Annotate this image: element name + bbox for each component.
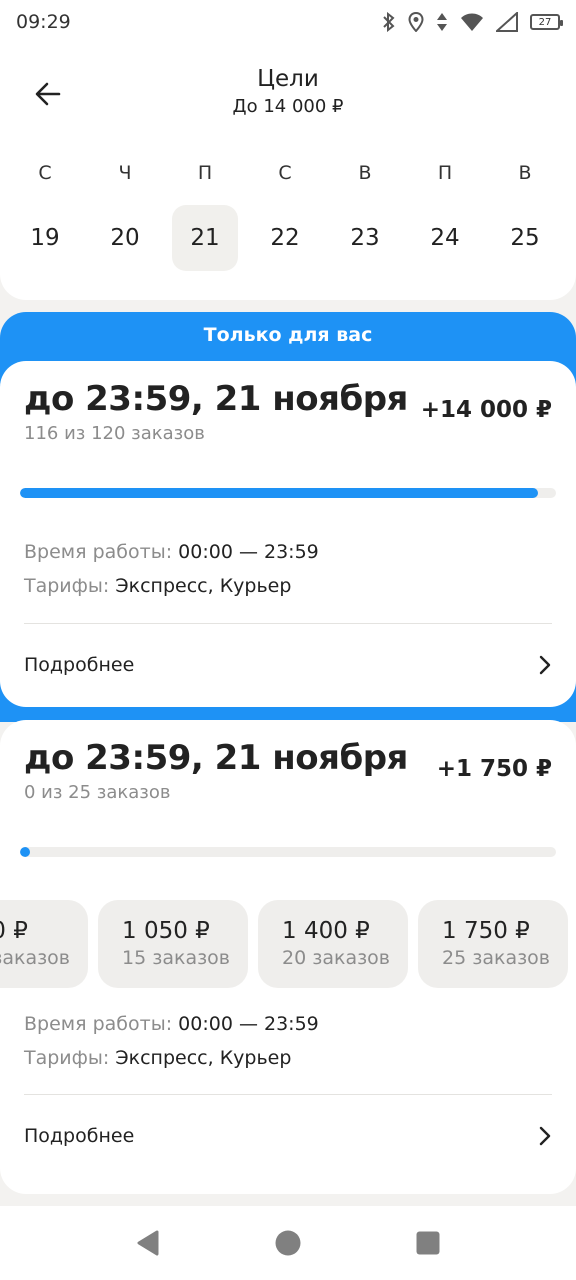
reward-tier[interactable]: 1 400 ₽ 20 заказов — [258, 900, 408, 988]
tier-amount: 700 ₽ — [0, 918, 28, 944]
day-letter: С — [278, 162, 292, 184]
nav-recents-button[interactable] — [408, 1223, 448, 1263]
day-letter: В — [358, 162, 372, 184]
day-number: 24 — [430, 225, 460, 251]
divider — [24, 1094, 552, 1095]
day-number: 25 — [510, 225, 540, 251]
bluetooth-icon — [383, 12, 395, 32]
work-time-label: Время работы: — [24, 1013, 173, 1035]
tariffs-label: Тарифы: — [24, 1047, 110, 1069]
status-bar: 09:29 27 — [0, 0, 576, 44]
progress-bar — [20, 847, 556, 857]
day-letter: В — [518, 162, 532, 184]
progress-bar — [20, 488, 556, 498]
goal-card[interactable]: до 23:59, 21 ноября 0 из 25 заказов +1 7… — [0, 720, 576, 1194]
day-number: 23 — [350, 225, 380, 251]
week-selector: С 19 Ч 20 П 21 С 22 В 23 П 24 В 25 — [12, 156, 558, 271]
wifi-icon — [461, 13, 483, 31]
goal-reward: +14 000 ₽ — [420, 397, 552, 423]
goal-orders-progress: 116 из 120 заказов — [24, 423, 205, 444]
details-link[interactable]: Подробнее — [0, 637, 576, 693]
day-22[interactable]: С 22 — [252, 156, 318, 271]
tariffs-value: Экспресс, Курьер — [115, 575, 292, 597]
tier-amount: 1 050 ₽ — [122, 918, 210, 944]
progress-bar-fill — [20, 847, 30, 857]
details-label: Подробнее — [24, 1125, 135, 1147]
tier-amount: 1 400 ₽ — [282, 918, 370, 944]
day-number: 22 — [270, 225, 300, 251]
reward-tier[interactable]: 1 750 ₽ 25 заказов — [418, 900, 568, 988]
goal-orders-progress: 0 из 25 заказов — [24, 782, 171, 803]
tier-orders: 25 заказов — [442, 947, 551, 969]
status-icons: 27 — [382, 12, 563, 32]
day-letter: Ч — [118, 162, 132, 184]
location-icon — [408, 12, 424, 32]
day-20[interactable]: Ч 20 — [92, 156, 158, 271]
progress-bar-fill — [20, 488, 539, 498]
data-transfer-icon — [437, 13, 447, 31]
goal-card[interactable]: до 23:59, 21 ноября 116 из 120 заказов +… — [0, 361, 576, 707]
day-25[interactable]: В 25 — [492, 156, 558, 271]
tariffs-label: Тарифы: — [24, 575, 110, 597]
reward-tier[interactable]: 700 ₽ 10 заказов — [0, 900, 88, 988]
day-19[interactable]: С 19 — [12, 156, 78, 271]
status-time: 09:29 — [16, 11, 71, 33]
tier-orders: 10 заказов — [0, 947, 71, 969]
goal-reward: +1 750 ₽ — [436, 756, 552, 782]
work-time-value: 00:00 — 23:59 — [178, 1013, 319, 1035]
tier-orders: 15 заказов — [122, 947, 231, 969]
divider — [24, 623, 552, 624]
work-time-value: 00:00 — 23:59 — [178, 541, 319, 563]
battery-icon: 27 — [530, 14, 563, 30]
details-label: Подробнее — [24, 654, 135, 676]
page-title: Цели — [257, 66, 319, 92]
nav-back-button[interactable] — [128, 1223, 168, 1263]
reward-tiers-carousel[interactable]: 700 ₽ 10 заказов 1 050 ₽ 15 заказов 1 40… — [0, 900, 576, 990]
circle-home-icon — [275, 1230, 301, 1256]
day-letter: П — [437, 162, 453, 184]
reward-tier[interactable]: 1 050 ₽ 15 заказов — [98, 900, 248, 988]
goal-deadline: до 23:59, 21 ноября — [24, 738, 408, 778]
tariffs-value: Экспресс, Курьер — [115, 1047, 292, 1069]
work-time-label: Время работы: — [24, 541, 173, 563]
goal-deadline: до 23:59, 21 ноября — [24, 379, 408, 419]
day-24[interactable]: П 24 — [412, 156, 478, 271]
chevron-right-icon — [539, 1126, 551, 1146]
tier-amount: 1 750 ₽ — [442, 918, 530, 944]
tariffs: Тарифы: Экспресс, Курьер — [24, 575, 291, 597]
day-number: 20 — [110, 225, 140, 251]
day-21-selected[interactable]: П 21 — [172, 156, 238, 271]
battery-level: 27 — [538, 16, 552, 28]
nav-home-button[interactable] — [268, 1223, 308, 1263]
tier-orders: 20 заказов — [282, 947, 391, 969]
tariffs: Тарифы: Экспресс, Курьер — [24, 1047, 291, 1069]
work-time: Время работы: 00:00 — 23:59 — [24, 541, 319, 563]
promo-label: Только для вас — [203, 324, 373, 346]
work-time: Время работы: 00:00 — 23:59 — [24, 1013, 319, 1035]
page-subtitle: До 14 000 ₽ — [232, 96, 344, 117]
square-recents-icon — [416, 1231, 440, 1255]
triangle-back-icon — [137, 1230, 159, 1256]
details-link[interactable]: Подробнее — [0, 1108, 576, 1164]
day-letter: С — [38, 162, 52, 184]
system-nav-bar — [0, 1206, 576, 1280]
day-23[interactable]: В 23 — [332, 156, 398, 271]
cellular-signal-icon — [496, 12, 518, 32]
chevron-right-icon — [539, 655, 551, 675]
day-number: 19 — [30, 225, 60, 251]
day-letter: П — [197, 162, 213, 184]
header-card: Цели До 14 000 ₽ С 19 Ч 20 П 21 С 22 В 2… — [0, 44, 576, 300]
day-number: 21 — [172, 205, 238, 271]
